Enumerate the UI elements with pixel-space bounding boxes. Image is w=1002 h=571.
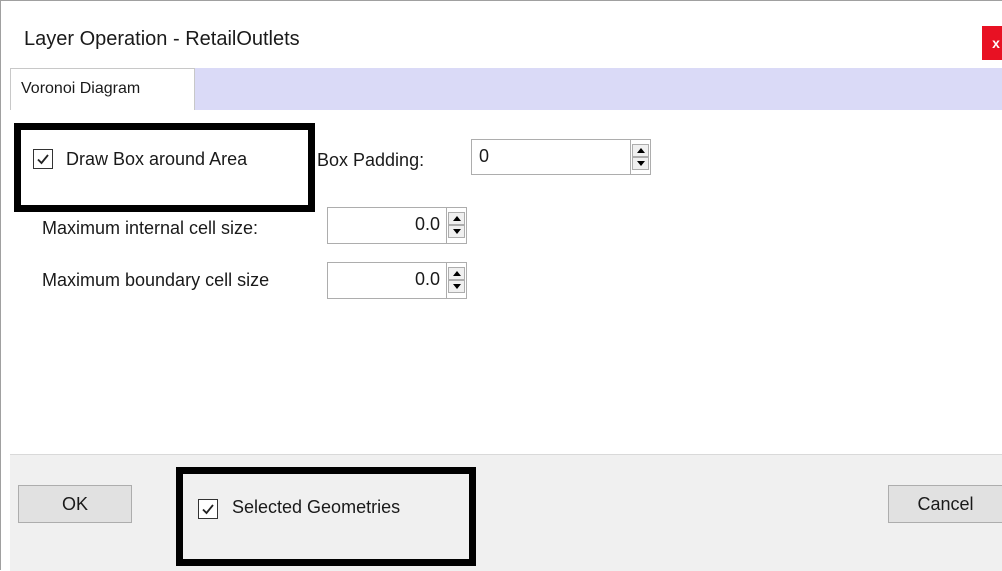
window-title: Layer Operation - RetailOutlets xyxy=(24,28,300,50)
layer-operation-dialog: Layer Operation - RetailOutlets x Vorono… xyxy=(0,0,1002,571)
tab-strip: Voronoi Diagram xyxy=(10,68,1002,110)
highlight-frame xyxy=(176,467,476,566)
cancel-button[interactable]: Cancel xyxy=(888,485,1002,523)
max-boundary-up-button[interactable] xyxy=(448,267,465,280)
box-padding-up-button[interactable] xyxy=(632,144,649,157)
dialog-footer: OK Selected Geometries Cancel xyxy=(10,454,1002,571)
max-internal-stepper[interactable]: 0.0 xyxy=(327,207,467,244)
arrow-down-icon xyxy=(452,229,461,234)
arrow-down-icon xyxy=(452,284,461,289)
title-bar: Layer Operation - RetailOutlets x xyxy=(2,2,1002,68)
max-internal-spinner xyxy=(446,208,466,243)
highlight-frame xyxy=(14,123,315,212)
box-padding-spinner xyxy=(630,140,650,174)
max-internal-up-button[interactable] xyxy=(448,212,465,225)
ok-button[interactable]: OK xyxy=(18,485,132,523)
max-boundary-stepper[interactable]: 0.0 xyxy=(327,262,467,299)
arrow-down-icon xyxy=(636,161,645,166)
max-internal-down-button[interactable] xyxy=(448,225,465,238)
close-icon: x xyxy=(992,35,1000,51)
arrow-up-icon xyxy=(452,271,461,276)
box-padding-stepper[interactable]: 0 xyxy=(471,139,651,175)
box-padding-value: 0 xyxy=(479,146,490,166)
max-boundary-label: Maximum boundary cell size xyxy=(42,270,270,290)
tab-voronoi-diagram[interactable]: Voronoi Diagram xyxy=(10,68,195,110)
arrow-up-icon xyxy=(452,216,461,221)
close-button[interactable]: x xyxy=(982,26,1002,60)
arrow-up-icon xyxy=(636,148,645,153)
max-internal-label: Maximum internal cell size: xyxy=(42,218,259,238)
max-boundary-down-button[interactable] xyxy=(448,280,465,293)
max-boundary-value: 0.0 xyxy=(414,269,440,289)
max-boundary-spinner xyxy=(446,263,466,298)
max-internal-value: 0.0 xyxy=(414,214,440,234)
box-padding-label: Box Padding: xyxy=(317,150,425,170)
box-padding-down-button[interactable] xyxy=(632,157,649,170)
